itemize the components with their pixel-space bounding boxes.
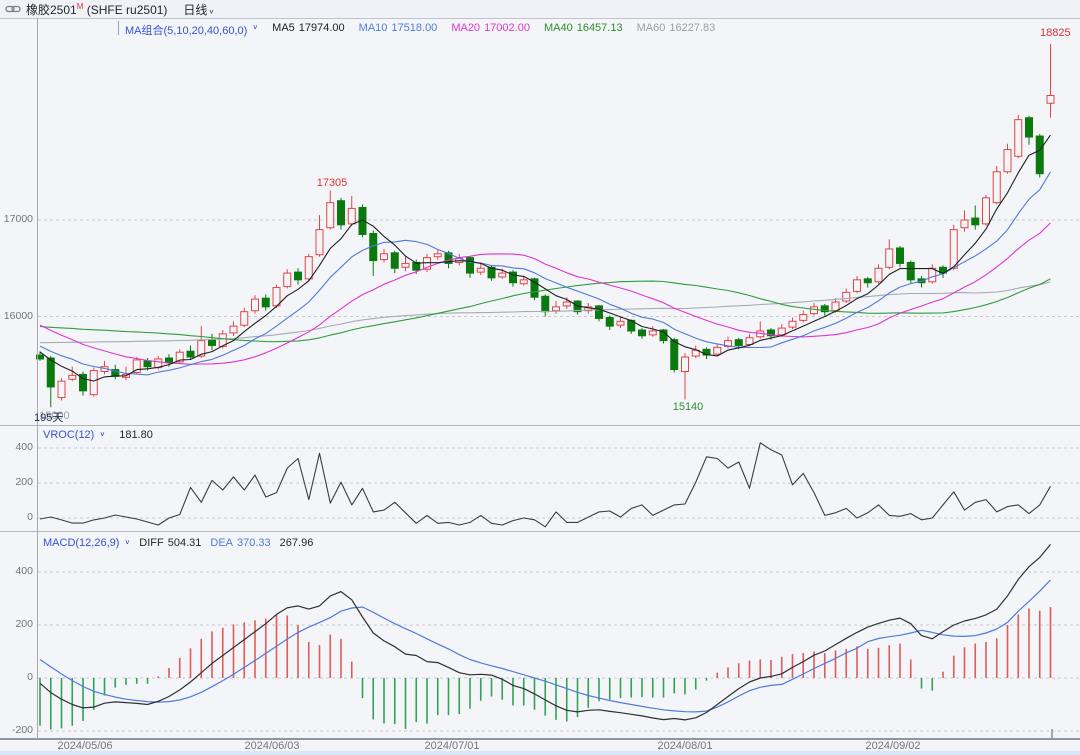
chevron-down-icon: ∨	[99, 430, 105, 440]
macd-hist-value: 267.96	[280, 537, 314, 549]
vroc-tick-0: 0	[0, 511, 33, 523]
chevron-down-icon: ∨	[124, 538, 130, 548]
ma60-name: MA60	[637, 22, 666, 38]
ma10-value: 17518.00	[391, 22, 437, 38]
macd-tick-400: 400	[0, 565, 33, 577]
chevron-down-icon: ∨	[252, 24, 258, 37]
chart-canvas[interactable]	[0, 0, 1080, 755]
ma40-value: 16457.13	[577, 22, 623, 38]
price-tick-17000: 17000	[0, 213, 33, 225]
trading-app-window: 橡胶2501M (SHFE ru2501) 日线∨ MA组合(5,10,20,4…	[0, 0, 1080, 755]
max-price-label: 18825	[1040, 27, 1071, 39]
price-tick-16000: 16000	[0, 310, 33, 322]
ma-legend-row: MA组合(5,10,20,40,60,0)∨ MA517974.00 MA101…	[125, 22, 715, 38]
period-label: 日线	[183, 3, 207, 17]
ma5-value: 17974.00	[299, 22, 345, 38]
min-price-label: 15140	[666, 401, 710, 413]
instrument-title[interactable]: 橡胶2501M (SHFE ru2501)	[26, 1, 167, 18]
ma10-legend: MA1017518.00	[359, 22, 438, 38]
macd-header-row: MACD(12,26,9) ∨ DIFF 504.31 DEA 370.33 267.…	[43, 537, 313, 549]
horizontal-scrollbar[interactable]	[0, 751, 1080, 755]
vroc-dropdown[interactable]: VROC(12) ∨	[43, 429, 105, 441]
vroc-tick-200: 200	[0, 476, 33, 488]
ma-group-label: MA组合(5,10,20,40,60,0)	[125, 22, 247, 38]
vroc-label: VROC(12)	[43, 429, 94, 441]
macd-diff-legend: DIFF 504.31	[139, 537, 201, 549]
market-flag: M	[77, 2, 84, 11]
ma5-name: MA5	[272, 22, 295, 38]
period-selector[interactable]: 日线∨	[183, 1, 214, 18]
peak-price-label: 17305	[310, 177, 354, 189]
dea-name: DEA	[210, 537, 233, 549]
macd-tick-0: 0	[0, 671, 33, 683]
macd-tick-200: 200	[0, 618, 33, 630]
ma40-legend: MA4016457.13	[544, 22, 623, 38]
instrument-name: 橡胶2501	[26, 3, 77, 17]
macd-label: MACD(12,26,9)	[43, 537, 119, 549]
bars-count-label: 195天	[34, 409, 63, 425]
ma20-legend: MA2017002.00	[451, 22, 530, 38]
vroc-value: 181.80	[119, 429, 153, 441]
macd-dea-legend: DEA 370.33	[210, 537, 270, 549]
ma60-legend: MA6016227.83	[637, 22, 716, 38]
diff-name: DIFF	[139, 537, 163, 549]
ma20-value: 17002.00	[484, 22, 530, 38]
ma40-name: MA40	[544, 22, 573, 38]
macd-dropdown[interactable]: MACD(12,26,9) ∨	[43, 537, 130, 549]
instrument-code: (SHFE ru2501)	[87, 3, 168, 17]
ma20-name: MA20	[451, 22, 480, 38]
dea-value: 370.33	[237, 537, 271, 549]
ma-group-dropdown[interactable]: MA组合(5,10,20,40,60,0) ∨	[125, 22, 258, 38]
macd-tick-n200: -200	[0, 724, 33, 736]
vroc-tick-400: 400	[0, 441, 33, 453]
diff-value: 504.31	[168, 537, 202, 549]
ma60-value: 16227.83	[669, 22, 715, 38]
title-bar: 橡胶2501M (SHFE ru2501) 日线∨	[0, 0, 1080, 18]
vroc-header-row: VROC(12) ∨ 181.80	[43, 429, 153, 441]
chevron-down-icon: ∨	[208, 7, 214, 14]
chain-link-icon	[5, 4, 21, 14]
ma10-name: MA10	[359, 22, 388, 38]
ma5-legend: MA517974.00	[272, 22, 345, 38]
